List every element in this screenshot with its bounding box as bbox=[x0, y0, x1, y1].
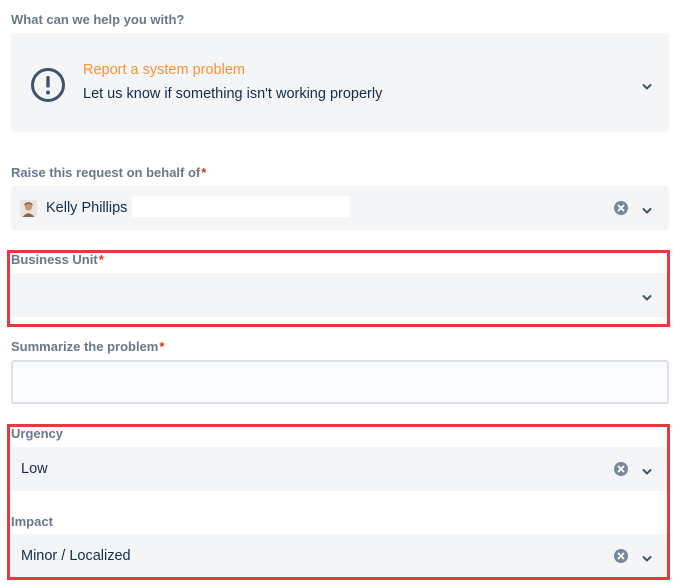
urgency-label: Urgency bbox=[11, 426, 64, 441]
chevron-down-icon[interactable] bbox=[642, 203, 652, 214]
urgency-select[interactable]: Low bbox=[11, 447, 669, 491]
clear-icon[interactable] bbox=[614, 201, 628, 215]
request-type-selector[interactable]: Report a system problem Let us know if s… bbox=[11, 33, 669, 132]
chevron-down-icon[interactable] bbox=[642, 464, 652, 475]
impact-select[interactable]: Minor / Localized bbox=[11, 534, 669, 578]
chevron-down-icon[interactable] bbox=[642, 551, 652, 562]
business-unit-select[interactable] bbox=[11, 273, 669, 317]
chevron-down-icon[interactable] bbox=[642, 290, 652, 301]
on-behalf-select[interactable]: Kelly Phillips bbox=[11, 186, 669, 230]
business-unit-label: Business Unit* bbox=[11, 252, 104, 267]
clear-icon[interactable] bbox=[614, 462, 628, 476]
request-type-title: Report a system problem bbox=[83, 62, 245, 78]
urgency-value: Low bbox=[21, 461, 48, 477]
avatar bbox=[20, 200, 37, 217]
summary-label: Summarize the problem* bbox=[11, 339, 165, 354]
request-type-label: What can we help you with? bbox=[11, 12, 185, 27]
clear-icon[interactable] bbox=[614, 549, 628, 563]
chevron-down-icon[interactable] bbox=[642, 79, 652, 90]
summary-input[interactable] bbox=[11, 360, 669, 404]
on-behalf-label: Raise this request on behalf of* bbox=[11, 165, 207, 180]
request-type-description: Let us know if something isn't working p… bbox=[83, 86, 383, 102]
impact-value: Minor / Localized bbox=[21, 548, 131, 564]
search-input-area[interactable] bbox=[132, 196, 349, 217]
on-behalf-value: Kelly Phillips bbox=[46, 200, 128, 216]
impact-label: Impact bbox=[11, 514, 53, 529]
exclamation-circle-icon bbox=[30, 67, 66, 103]
